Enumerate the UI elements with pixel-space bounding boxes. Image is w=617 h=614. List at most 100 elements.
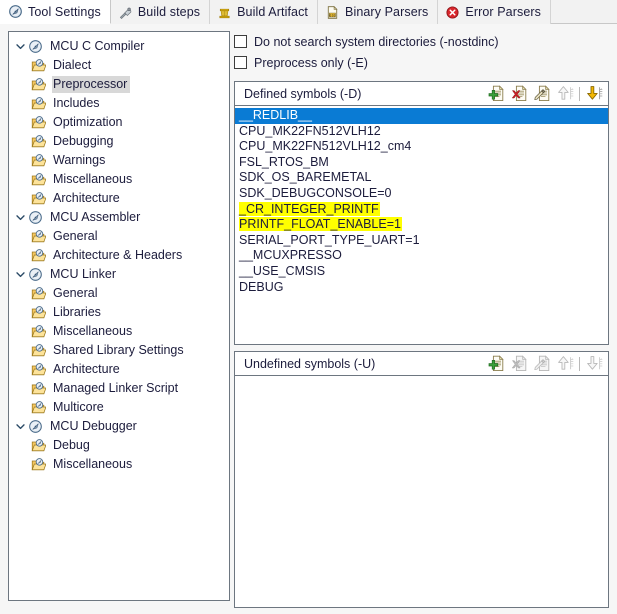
tab-bar: Tool Settings Build steps Build Artifact 01…: [0, 0, 617, 24]
symbol-list-item[interactable]: CPU_MK22FN512VLH12_cm4: [235, 139, 608, 155]
settings-tree-panel[interactable]: MCU C Compiler Dialect Preprocessor Include…: [8, 31, 230, 601]
tree-item-general[interactable]: General: [9, 284, 229, 303]
symbol-list-item[interactable]: SDK_OS_BAREMETAL: [235, 170, 608, 186]
tree-child-icon: [31, 115, 48, 130]
undefined-symbols-title: Undefined symbols (-U): [244, 356, 376, 371]
symbol-list-item[interactable]: PRINTF_FLOAT_ENABLE=1: [235, 217, 608, 233]
tab-tool-settings[interactable]: Tool Settings: [0, 0, 111, 24]
symbol-list-item[interactable]: SERIAL_PORT_TYPE_UART=1: [235, 233, 608, 249]
symbol-list-item[interactable]: __REDLIB__: [235, 108, 608, 124]
tree-item-architecture-headers[interactable]: Architecture & Headers: [9, 246, 229, 265]
tree-item-label: General: [53, 286, 98, 300]
tree-child-icon: [31, 324, 48, 339]
undefined-symbols-body[interactable]: [235, 376, 608, 607]
tab-label: Binary Parsers: [345, 5, 429, 19]
tree-item-label: MCU C Compiler: [50, 39, 145, 53]
tree-item-includes[interactable]: Includes: [9, 94, 229, 113]
preprocessor-options-pane: Do not search system directories (-nostd…: [234, 31, 609, 608]
tree-item-label: Libraries: [53, 305, 101, 319]
tree-item-label: Multicore: [53, 400, 104, 414]
tree-child-icon: [31, 343, 48, 358]
defined-symbols-body[interactable]: __REDLIB__ CPU_MK22FN512VLH12 CPU_MK22FN51…: [235, 106, 608, 344]
tree-item-preprocessor[interactable]: Preprocessor: [9, 75, 229, 94]
tab-build-artifact[interactable]: Build Artifact: [210, 0, 319, 24]
tree-item-libraries[interactable]: Libraries: [9, 303, 229, 322]
symbol-list-item[interactable]: CPU_MK22FN512VLH12: [235, 124, 608, 140]
defined-symbols-title: Defined symbols (-D): [244, 86, 362, 101]
checkbox-input[interactable]: [234, 56, 247, 69]
tree-child-icon: [31, 191, 48, 206]
symbol-list-item[interactable]: __MCUXPRESSO: [235, 248, 608, 264]
checkbox-row-0[interactable]: Do not search system directories (-nostd…: [234, 31, 609, 52]
symbol-list-item[interactable]: SDK_DEBUGCONSOLE=0: [235, 186, 608, 202]
tree-item-optimization[interactable]: Optimization: [9, 113, 229, 132]
tree-item-debug[interactable]: Debug: [9, 436, 229, 455]
defined-symbols-list[interactable]: __REDLIB__ CPU_MK22FN512VLH12 CPU_MK22FN51…: [235, 106, 608, 295]
tree-item-miscellaneous[interactable]: Miscellaneous: [9, 455, 229, 474]
binary-parsers-icon: 010: [325, 5, 340, 20]
tree-item-mcu-debugger[interactable]: MCU Debugger: [9, 417, 229, 436]
delete-icon[interactable]: [509, 84, 529, 104]
move-down-icon[interactable]: [584, 84, 604, 104]
tree-item-multicore[interactable]: Multicore: [9, 398, 229, 417]
tab-error-parsers[interactable]: Error Parsers: [438, 0, 552, 24]
symbol-list-item[interactable]: FSL_RTOS_BM: [235, 155, 608, 171]
tab-binary-parsers[interactable]: 010 Binary Parsers: [318, 0, 439, 24]
build-artifact-icon: [217, 5, 232, 20]
defined-symbols-header: Defined symbols (-D): [235, 82, 608, 106]
chevron-down-icon[interactable]: [13, 267, 28, 282]
tree-item-general[interactable]: General: [9, 227, 229, 246]
symbol-list-item[interactable]: __USE_CMSIS: [235, 264, 608, 280]
tree-item-warnings[interactable]: Warnings: [9, 151, 229, 170]
tree-child-icon: [31, 134, 48, 149]
chevron-down-icon[interactable]: [13, 39, 28, 54]
symbol-list-item[interactable]: DEBUG: [235, 280, 608, 296]
tree-child-icon: [31, 77, 48, 92]
toolbar-separator: [579, 356, 580, 371]
checkbox-input[interactable]: [234, 35, 247, 48]
tool-settings-page: Tool Settings Build steps Build Artifact 01…: [0, 0, 617, 614]
chevron-down-icon[interactable]: [13, 419, 28, 434]
tree-item-debugging[interactable]: Debugging: [9, 132, 229, 151]
tree-item-label: Includes: [53, 96, 100, 110]
tree-parent-icon: [28, 39, 45, 54]
edit-icon: [532, 354, 552, 374]
edit-icon[interactable]: [532, 84, 552, 104]
defined-symbols-toolbar: [486, 84, 604, 104]
tree-item-dialect[interactable]: Dialect: [9, 56, 229, 75]
add-icon[interactable]: [486, 354, 506, 374]
tree-item-mcu-linker[interactable]: MCU Linker: [9, 265, 229, 284]
symbol-list-item[interactable]: _CR_INTEGER_PRINTF: [235, 201, 608, 218]
tree-item-mcu-c-compiler[interactable]: MCU C Compiler: [9, 37, 229, 56]
add-icon[interactable]: [486, 84, 506, 104]
tree-item-mcu-assembler[interactable]: MCU Assembler: [9, 208, 229, 227]
tree-item-miscellaneous[interactable]: Miscellaneous: [9, 170, 229, 189]
tree-parent-icon: [28, 267, 45, 282]
tree-item-label: MCU Linker: [50, 267, 116, 281]
tree-item-label: Debug: [53, 438, 90, 452]
undefined-symbols-list[interactable]: [235, 376, 608, 378]
tree-item-label: Miscellaneous: [53, 457, 133, 471]
tab-label: Tool Settings: [28, 4, 101, 19]
tree-item-miscellaneous[interactable]: Miscellaneous: [9, 322, 229, 341]
settings-content: MCU C Compiler Dialect Preprocessor Include…: [0, 24, 617, 614]
tree-item-label: Architecture & Headers: [53, 248, 183, 262]
tab-build-steps[interactable]: Build steps: [110, 0, 211, 24]
tree-item-architecture[interactable]: Architecture: [9, 189, 229, 208]
tree-item-label: Optimization: [53, 115, 123, 129]
tree-item-architecture[interactable]: Architecture: [9, 360, 229, 379]
settings-disc-icon: [8, 4, 23, 19]
tab-label: Error Parsers: [465, 5, 542, 19]
move-up-icon: [555, 354, 575, 374]
tree-child-icon: [31, 96, 48, 111]
move-up-icon: [555, 84, 575, 104]
tree-item-managed-linker-script[interactable]: Managed Linker Script: [9, 379, 229, 398]
tree-child-icon: [31, 381, 48, 396]
checkbox-row-1[interactable]: Preprocess only (-E): [234, 52, 609, 73]
tree-item-shared-library-settings[interactable]: Shared Library Settings: [9, 341, 229, 360]
tree-item-label: Architecture: [53, 191, 120, 205]
settings-tree: MCU C Compiler Dialect Preprocessor Include…: [9, 32, 229, 474]
tab-label: Build steps: [137, 5, 201, 19]
undefined-symbols-toolbar: [486, 354, 604, 374]
chevron-down-icon[interactable]: [13, 210, 28, 225]
